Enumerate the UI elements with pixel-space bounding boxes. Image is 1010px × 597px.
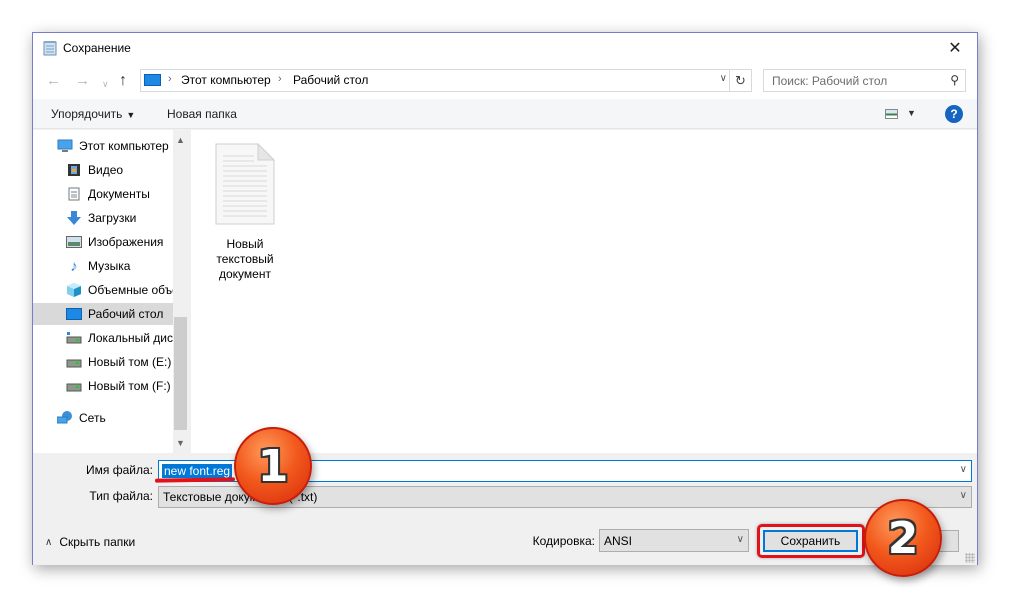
hide-folders-label: Скрыть папки [59, 535, 136, 549]
sidebar-item-documents[interactable]: Документы [33, 183, 173, 205]
chevron-down-icon[interactable]: ∨ [960, 464, 967, 475]
view-options-icon[interactable] [885, 109, 898, 119]
save-button[interactable]: Сохранить [763, 530, 858, 552]
breadcrumb-separator: › [168, 73, 172, 85]
up-button[interactable]: ↑ [119, 73, 127, 89]
refresh-button[interactable]: ↻ [729, 70, 751, 91]
chevron-down-icon: ∨ [959, 490, 967, 501]
scroll-up-icon[interactable]: ▲ [173, 132, 188, 148]
sidebar-item-drive-f[interactable]: Новый том (F:) [33, 375, 173, 397]
local-disk-icon [66, 331, 82, 345]
drive-icon [66, 355, 82, 369]
toolbar: Упорядочить ▼ Новая папка ▼ ? [33, 99, 977, 129]
chevron-up-icon: ∧ [45, 536, 53, 548]
this-pc-icon [144, 74, 161, 86]
address-dropdown-icon[interactable]: ∨ [720, 73, 727, 84]
breadcrumb-separator: › [278, 73, 282, 85]
sidebar-item-desktop[interactable]: Рабочий стол [33, 303, 173, 325]
view-options-caret-icon[interactable]: ▼ [907, 108, 916, 118]
step-1-badge: 1 [234, 427, 312, 505]
back-button[interactable]: ← [46, 73, 61, 89]
music-icon: ♪ [70, 257, 78, 275]
sidebar-item-drive-e[interactable]: Новый том (E:) [33, 351, 173, 373]
3d-objects-icon [66, 283, 82, 297]
pictures-icon [66, 235, 82, 249]
chevron-down-icon: ∨ [736, 534, 744, 545]
caret-down-icon: ▼ [126, 110, 136, 120]
sidebar-item-this-pc[interactable]: Этот компьютер [33, 135, 173, 157]
address-bar[interactable]: › Этот компьютер › Рабочий стол ∨ ↻ [140, 69, 752, 92]
sidebar-item-network[interactable]: Сеть [33, 407, 173, 429]
file-list: Новый текстовый документ [191, 130, 977, 453]
notepad-icon [43, 41, 57, 56]
hide-folders-button[interactable]: ∧ Скрыть папки [45, 535, 135, 549]
breadcrumb-desktop[interactable]: Рабочий стол [293, 73, 368, 87]
search-placeholder: Поиск: Рабочий стол [772, 74, 888, 88]
title-bar: Сохранение ✕ [33, 33, 977, 64]
sidebar-item-3d-objects[interactable]: Объемные объекты [33, 279, 173, 301]
encoding-label: Кодировка: [532, 534, 595, 548]
new-folder-button[interactable]: Новая папка [167, 107, 237, 121]
filename-label: Имя файла: [86, 463, 153, 477]
close-icon: ✕ [948, 40, 962, 57]
network-icon [57, 411, 73, 425]
sidebar-scrollbar[interactable]: ▲ ▼ [173, 130, 188, 453]
save-dialog: Сохранение ✕ ← → ∨ ↑ › Этот компьютер › … [32, 32, 978, 565]
sidebar-item-video[interactable]: Видео [33, 159, 173, 181]
desktop-icon [66, 307, 82, 321]
file-name: Новый текстовый документ [216, 237, 274, 281]
sidebar-item-music[interactable]: ♪ Музыка [33, 255, 173, 277]
window-title: Сохранение [63, 41, 131, 55]
help-button[interactable]: ? [945, 105, 963, 123]
breadcrumb-this-pc[interactable]: Этот компьютер [181, 73, 271, 87]
refresh-icon: ↻ [735, 72, 746, 88]
sidebar-item-local-disk[interactable]: Локальный диск (C:) [33, 327, 173, 349]
sidebar-item-pictures[interactable]: Изображения [33, 231, 173, 253]
sidebar-item-downloads[interactable]: Загрузки [33, 207, 173, 229]
encoding-select[interactable]: ANSI ∨ [599, 529, 749, 552]
drive-icon [66, 379, 82, 393]
search-input[interactable]: Поиск: Рабочий стол ⚲ [763, 69, 966, 92]
video-icon [66, 163, 82, 177]
filename-value: new font.reg [162, 464, 233, 478]
scrollbar-thumb[interactable] [174, 317, 187, 430]
resize-grip[interactable] [965, 553, 975, 563]
documents-icon [66, 187, 82, 201]
step-2-badge: 2 [864, 499, 942, 577]
close-button[interactable]: ✕ [933, 33, 977, 63]
organize-button[interactable]: Упорядочить ▼ [51, 107, 135, 121]
downloads-icon [66, 211, 82, 225]
file-item[interactable]: Новый текстовый документ [205, 142, 285, 282]
navigation-bar: ← → ∨ ↑ › Этот компьютер › Рабочий стол … [33, 64, 977, 99]
organize-label: Упорядочить [51, 107, 123, 121]
save-form: Имя файла: new font.reg ∨ Тип файла: Тек… [33, 453, 977, 565]
computer-icon [57, 139, 73, 153]
text-document-icon [215, 142, 276, 225]
forward-button[interactable]: → [75, 73, 90, 89]
filetype-label: Тип файла: [89, 489, 153, 503]
recent-locations-button[interactable]: ∨ [102, 76, 109, 92]
search-icon[interactable]: ⚲ [950, 73, 959, 87]
navigation-pane: Этот компьютер Видео Документы Загрузки … [33, 130, 188, 453]
scroll-down-icon[interactable]: ▼ [173, 435, 188, 451]
encoding-value: ANSI [604, 534, 633, 548]
